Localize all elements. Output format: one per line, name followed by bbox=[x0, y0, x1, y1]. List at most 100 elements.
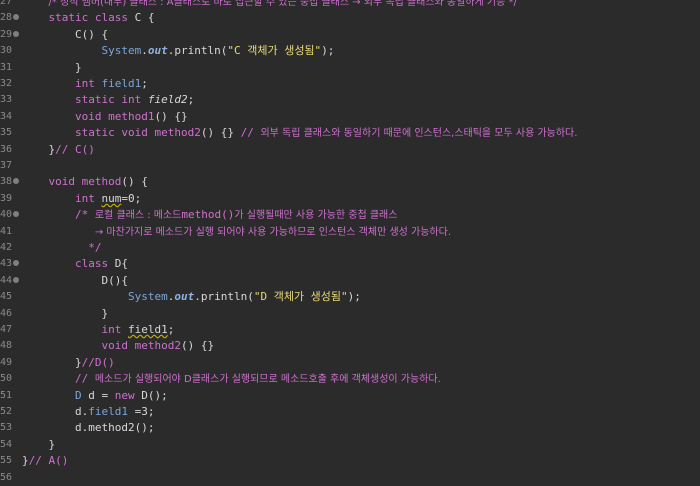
code-line[interactable]: 27 /* 정적 멤버(내부) 클래스 : A클래스로 바로 접근할 수 있는 … bbox=[0, 0, 700, 10]
fold-toggle-icon[interactable] bbox=[13, 211, 19, 218]
code-token: =0; bbox=[121, 191, 142, 205]
code-line[interactable]: 41 → 마찬가지로 메소드가 실행 되어야 사용 가능하므로 인스턴스 객체만… bbox=[0, 224, 700, 240]
code-line[interactable]: 34 void method1() {} bbox=[0, 109, 700, 125]
code-line[interactable]: 48 void method2() {} bbox=[0, 338, 700, 354]
code-line[interactable]: 51 D d = new D(); bbox=[0, 388, 700, 404]
code-text: void method() { bbox=[22, 174, 148, 190]
code-line[interactable]: 35 static void method2() {} // 외부 독립 클래스… bbox=[0, 125, 700, 141]
code-line[interactable]: 56 bbox=[0, 470, 700, 486]
line-number: 30 bbox=[0, 45, 13, 57]
code-token: 가 실행될때만 사용 가능한 중첩 클래스 bbox=[234, 210, 398, 222]
code-text: int field1; bbox=[22, 76, 148, 92]
code-token: } bbox=[74, 60, 82, 74]
fold-toggle-icon[interactable] bbox=[13, 178, 19, 185]
code-text: static void method2() {} // 외부 독립 클래스와 동… bbox=[22, 125, 577, 142]
code-token: 메소드가 실행되어야 D클래스가 실행되므로 메소드호출 후에 객체생성이 가능… bbox=[94, 374, 441, 386]
code-token: d. bbox=[74, 405, 89, 418]
code-text: System.out.println("C 객체가 생성됨"); bbox=[22, 43, 334, 59]
line-number: 39 bbox=[0, 192, 13, 204]
line-number: 53 bbox=[0, 422, 13, 434]
code-token: out bbox=[147, 44, 168, 58]
code-token: static void bbox=[74, 126, 155, 140]
code-line[interactable]: 30 System.out.println("C 객체가 생성됨"); bbox=[0, 43, 700, 59]
code-line[interactable]: 39 int num=0; bbox=[0, 191, 700, 207]
code-line[interactable]: 31 } bbox=[0, 60, 700, 76]
code-text: // 메소드가 실행되어야 D클래스가 실행되므로 메소드호출 후에 객체생성이… bbox=[22, 371, 441, 388]
code-line[interactable]: 50 // 메소드가 실행되어야 D클래스가 실행되므로 메소드호출 후에 객체… bbox=[0, 371, 700, 387]
code-line[interactable]: 49 }//D() bbox=[0, 355, 700, 371]
code-line[interactable]: 47 int field1; bbox=[0, 322, 700, 338]
code-text: D d = new D(); bbox=[22, 388, 168, 404]
code-token: () {} bbox=[154, 109, 188, 123]
code-token: "C 객체가 생성됨" bbox=[227, 44, 322, 58]
code-token: void bbox=[48, 175, 82, 189]
code-token: // bbox=[240, 126, 261, 140]
code-line[interactable]: 54 } bbox=[0, 437, 700, 453]
code-token: } bbox=[101, 306, 109, 320]
code-line[interactable]: 46 } bbox=[0, 306, 700, 322]
code-text: System.out.println("D 객체가 생성됨"); bbox=[22, 289, 361, 305]
code-line[interactable]: 42 */ bbox=[0, 240, 700, 256]
code-editor[interactable]: 27 /* 정적 멤버(내부) 클래스 : A클래스로 바로 접근할 수 있는 … bbox=[0, 0, 700, 483]
code-line[interactable]: 40 /* 로컬 클래스 : 메소드method()가 실행될때만 사용 가능한… bbox=[0, 207, 700, 223]
code-token: // C() bbox=[55, 142, 95, 156]
code-token: "D 객체가 생성됨" bbox=[253, 290, 348, 304]
fold-toggle-icon[interactable] bbox=[13, 276, 19, 283]
code-line[interactable]: 32 int field1; bbox=[0, 76, 700, 92]
fold-toggle-icon[interactable] bbox=[13, 260, 19, 267]
line-number: 48 bbox=[0, 340, 13, 352]
code-line[interactable]: 52 d.field1 =3; bbox=[0, 404, 700, 420]
line-number: 54 bbox=[0, 438, 13, 450]
line-number: 34 bbox=[0, 110, 13, 122]
fold-toggle-icon[interactable] bbox=[13, 30, 19, 37]
fold-toggle-icon[interactable] bbox=[13, 14, 19, 21]
line-number: 33 bbox=[0, 94, 13, 106]
code-text: d.method2(); bbox=[22, 420, 154, 436]
code-token: D(); bbox=[141, 388, 168, 402]
line-number: 55 bbox=[0, 455, 13, 467]
code-token: } bbox=[48, 437, 56, 451]
code-token: () { bbox=[121, 175, 148, 189]
code-token: D bbox=[74, 388, 89, 402]
code-line[interactable]: 28 static class C { bbox=[0, 10, 700, 26]
code-token: class bbox=[74, 257, 115, 271]
code-token: .println( bbox=[194, 290, 254, 304]
code-token: D{ bbox=[114, 257, 128, 271]
code-text: int field1; bbox=[22, 322, 174, 338]
code-line[interactable]: 43 class D{ bbox=[0, 256, 700, 272]
code-line[interactable]: 53 d.method2(); bbox=[0, 420, 700, 436]
code-token: method bbox=[81, 175, 122, 189]
code-line[interactable]: 29 C() { bbox=[0, 27, 700, 43]
code-token: method2 bbox=[154, 126, 201, 140]
code-token: System bbox=[127, 290, 168, 304]
line-number: 45 bbox=[0, 291, 13, 303]
code-line[interactable]: 36 }// C() bbox=[0, 142, 700, 158]
code-line[interactable]: 37 bbox=[0, 158, 700, 174]
code-line[interactable]: 45 System.out.println("D 객체가 생성됨"); bbox=[0, 289, 700, 305]
code-token: ); bbox=[321, 44, 335, 58]
code-line[interactable]: 38 void method() { bbox=[0, 174, 700, 190]
code-line[interactable]: 55}// A() bbox=[0, 453, 700, 469]
code-token: d.method2(); bbox=[74, 421, 155, 435]
code-text: D(){ bbox=[22, 273, 128, 289]
code-token: =3; bbox=[127, 405, 155, 418]
code-line[interactable]: 33 static int field2; bbox=[0, 92, 700, 108]
line-number: 32 bbox=[0, 78, 13, 89]
code-token: //D() bbox=[81, 355, 115, 369]
code-text: /* 로컬 클래스 : 메소드method()가 실행될때만 사용 가능한 중첩… bbox=[22, 207, 397, 224]
code-line[interactable]: 44 D(){ bbox=[0, 273, 700, 289]
line-number: 31 bbox=[0, 61, 13, 73]
line-number: 51 bbox=[0, 389, 13, 401]
code-token: . bbox=[141, 44, 148, 58]
